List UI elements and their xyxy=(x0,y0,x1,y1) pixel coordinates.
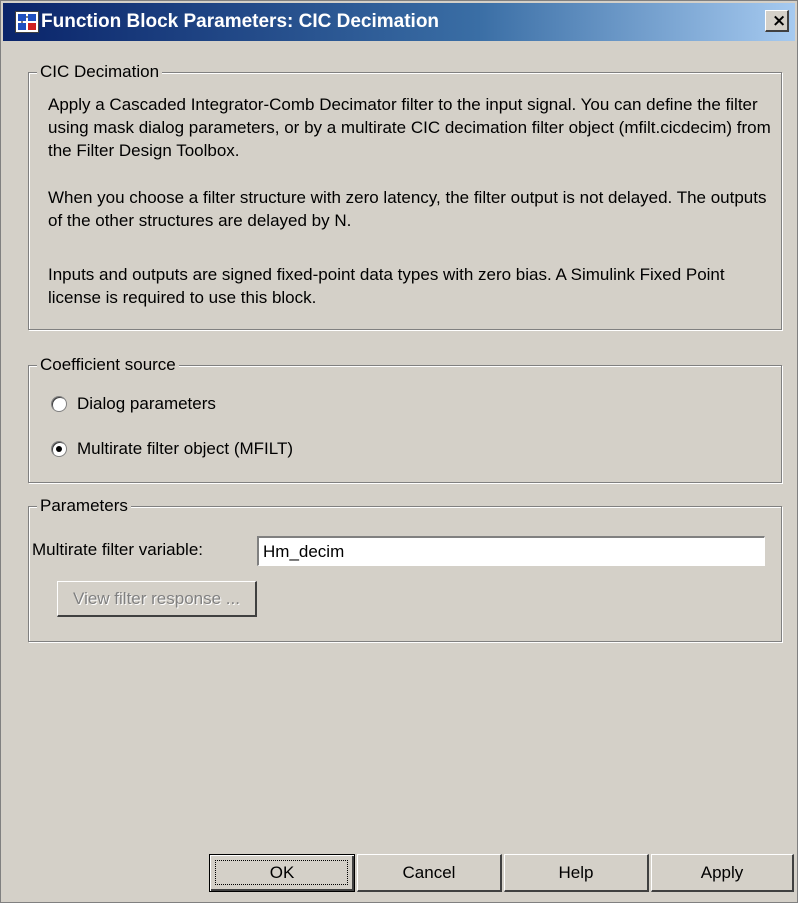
radio-multirate-filter-object[interactable]: Multirate filter object (MFILT) xyxy=(51,438,293,460)
description-paragraph-3: Inputs and outputs are signed fixed-poin… xyxy=(48,265,725,307)
radio-dialog-parameters[interactable]: Dialog parameters xyxy=(51,393,216,415)
function-block-parameters-dialog: Function Block Parameters: CIC Decimatio… xyxy=(0,0,798,903)
apply-button[interactable]: Apply xyxy=(651,854,794,892)
filter-variable-input[interactable] xyxy=(257,536,765,566)
help-button[interactable]: Help xyxy=(504,854,649,892)
window-title: Function Block Parameters: CIC Decimatio… xyxy=(41,11,440,32)
radio-button-checked[interactable] xyxy=(51,441,67,457)
description-group: CIC Decimation Apply a Cascaded Integrat… xyxy=(28,62,782,330)
ok-button[interactable]: OK xyxy=(209,854,355,892)
description-paragraph-1: Apply a Cascaded Integrator-Comb Decimat… xyxy=(48,95,771,160)
close-button[interactable]: × xyxy=(765,10,789,32)
description-paragraph-2: When you choose a filter structure with … xyxy=(48,188,767,230)
radio-dialog-parameters-label: Dialog parameters xyxy=(77,394,216,413)
radio-multirate-filter-object-label: Multirate filter object (MFILT) xyxy=(77,439,294,458)
parameters-group-title: Parameters xyxy=(37,496,131,516)
title-bar[interactable]: Function Block Parameters: CIC Decimatio… xyxy=(3,3,795,41)
filter-variable-label: Multirate filter variable: xyxy=(32,540,204,559)
coefficient-source-group: Coefficient source Dialog parameters Mul… xyxy=(28,355,782,483)
close-icon: × xyxy=(772,11,787,31)
view-filter-response-button[interactable]: View filter response ... xyxy=(57,581,257,617)
parameters-group: Parameters xyxy=(28,496,782,642)
radio-button-unchecked[interactable] xyxy=(51,396,67,412)
coefficient-source-group-title: Coefficient source xyxy=(37,355,179,375)
description-group-title: CIC Decimation xyxy=(37,62,163,82)
simulink-block-icon xyxy=(15,11,39,33)
cancel-button[interactable]: Cancel xyxy=(357,854,502,892)
ok-button-label: OK xyxy=(269,863,295,882)
